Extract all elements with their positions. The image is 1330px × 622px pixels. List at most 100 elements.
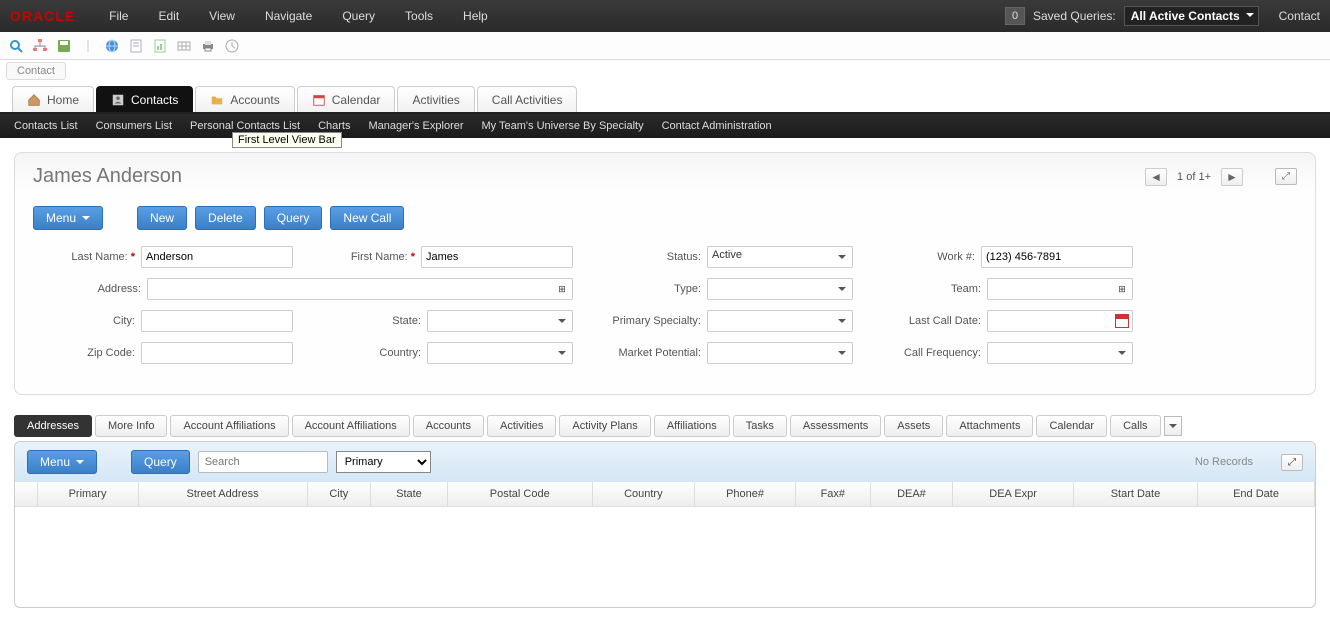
col-postal[interactable]: Postal Code (447, 482, 592, 506)
subnav-consumers-list[interactable]: Consumers List (96, 116, 172, 136)
child-panel: Menu Query Primary No Records ⤢ Primary … (14, 441, 1316, 608)
sec-tab-assessments[interactable]: Assessments (790, 415, 881, 437)
picklist-icon[interactable]: ⊞ (554, 281, 570, 297)
menu-edit[interactable]: Edit (144, 3, 193, 29)
picklist-icon[interactable]: ⊞ (1114, 281, 1130, 297)
sec-tab-more-info[interactable]: More Info (95, 415, 167, 437)
breadcrumb-item[interactable]: Contact (6, 62, 66, 80)
sec-tab-affiliations[interactable]: Affiliations (654, 415, 730, 437)
new-call-button[interactable]: New Call (330, 206, 404, 230)
col-phone[interactable]: Phone# (694, 482, 795, 506)
grid-icon[interactable] (174, 36, 194, 56)
child-query-button[interactable]: Query (131, 450, 190, 474)
first-name-field[interactable] (421, 246, 573, 268)
menu-query[interactable]: Query (328, 3, 389, 29)
sec-tab-activities[interactable]: Activities (487, 415, 556, 437)
col-city[interactable]: City (307, 482, 370, 506)
status-field[interactable]: Active (707, 246, 853, 268)
sec-tab-activity-plans[interactable]: Activity Plans (559, 415, 650, 437)
sec-tab-assets[interactable]: Assets (884, 415, 943, 437)
save-icon[interactable] (54, 36, 74, 56)
city-field[interactable] (141, 310, 293, 332)
label-market-potential: Market Potential: (593, 347, 701, 359)
last-name-field[interactable] (141, 246, 293, 268)
label-city: City: (33, 315, 135, 327)
team-field[interactable]: ⊞ (987, 278, 1133, 300)
col-primary[interactable]: Primary (37, 482, 138, 506)
sec-tab-addresses[interactable]: Addresses (14, 415, 92, 437)
menu-tools[interactable]: Tools (391, 3, 447, 29)
report-icon[interactable] (150, 36, 170, 56)
subnav-managers-explorer[interactable]: Manager's Explorer (368, 116, 463, 136)
menu-file[interactable]: File (95, 3, 142, 29)
child-menu-button[interactable]: Menu (27, 450, 97, 474)
sitemap-icon[interactable] (30, 36, 50, 56)
address-field[interactable]: ⊞ (147, 278, 573, 300)
subnav-contacts-list[interactable]: Contacts List (14, 116, 78, 136)
search-icon[interactable] (6, 36, 26, 56)
subnav-my-teams-universe[interactable]: My Team's Universe By Specialty (482, 116, 644, 136)
col-fax[interactable]: Fax# (796, 482, 870, 506)
expand-button[interactable]: ⤢ (1275, 168, 1297, 185)
type-field[interactable] (707, 278, 853, 300)
last-call-date-field[interactable] (987, 310, 1133, 332)
sec-tab-account-affiliations-2[interactable]: Account Affiliations (292, 415, 410, 437)
tab-contacts[interactable]: Contacts (96, 86, 193, 112)
page-icon[interactable] (126, 36, 146, 56)
label-team: Team: (873, 283, 981, 295)
menu-view[interactable]: View (195, 3, 249, 29)
sec-tab-attachments[interactable]: Attachments (946, 415, 1033, 437)
primary-specialty-field[interactable] (707, 310, 853, 332)
menu-navigate[interactable]: Navigate (251, 3, 326, 29)
sec-tab-calendar[interactable]: Calendar (1036, 415, 1107, 437)
col-start-date[interactable]: Start Date (1073, 482, 1197, 506)
col-street[interactable]: Street Address (138, 482, 307, 506)
sec-tab-calls[interactable]: Calls (1110, 415, 1160, 437)
tab-label: Contacts (131, 93, 178, 107)
saved-queries-count[interactable]: 0 (1005, 7, 1025, 25)
filter-select[interactable]: Primary (336, 451, 431, 473)
tab-accounts[interactable]: Accounts (195, 86, 294, 112)
work-field[interactable] (981, 246, 1133, 268)
label-state: State: (313, 315, 421, 327)
tab-call-activities[interactable]: Call Activities (477, 86, 578, 112)
col-end-date[interactable]: End Date (1198, 482, 1315, 506)
tab-activities[interactable]: Activities (397, 86, 474, 112)
call-frequency-field[interactable] (987, 342, 1133, 364)
next-record-button[interactable]: ► (1221, 168, 1243, 186)
country-field[interactable] (427, 342, 573, 364)
subnav-contact-admin[interactable]: Contact Administration (662, 116, 772, 136)
sec-tab-accounts[interactable]: Accounts (413, 415, 484, 437)
col-state[interactable]: State (371, 482, 448, 506)
new-button[interactable]: New (137, 206, 187, 230)
clock-icon[interactable] (222, 36, 242, 56)
state-field[interactable] (427, 310, 573, 332)
button-row: Menu New Delete Query New Call (33, 206, 1297, 230)
sec-tab-account-affiliations-1[interactable]: Account Affiliations (170, 415, 288, 437)
sec-tab-tasks[interactable]: Tasks (733, 415, 787, 437)
market-potential-field[interactable] (707, 342, 853, 364)
prev-record-button[interactable]: ◄ (1145, 168, 1167, 186)
zip-field[interactable] (141, 342, 293, 364)
tab-home[interactable]: Home (12, 86, 94, 112)
col-country[interactable]: Country (592, 482, 694, 506)
label-address: Address: (33, 283, 141, 295)
query-button[interactable]: Query (264, 206, 323, 230)
delete-button[interactable]: Delete (195, 206, 256, 230)
menu-button[interactable]: Menu (33, 206, 103, 230)
calendar-picker-icon[interactable] (1115, 314, 1129, 328)
child-toolbar: Menu Query Primary No Records ⤢ (15, 442, 1315, 482)
menu-help[interactable]: Help (449, 3, 502, 29)
child-expand-button[interactable]: ⤢ (1281, 454, 1303, 471)
search-input[interactable] (198, 451, 328, 473)
contact-link[interactable]: Contact (1279, 9, 1320, 23)
tab-calendar[interactable]: Calendar (297, 86, 396, 112)
more-tabs-button[interactable] (1164, 416, 1182, 436)
saved-queries-select[interactable]: All Active Contacts (1124, 6, 1259, 26)
contacts-icon (111, 93, 125, 107)
print-icon[interactable] (198, 36, 218, 56)
col-dea[interactable]: DEA# (870, 482, 953, 506)
label-first-name: First Name: * (313, 251, 415, 263)
col-dea-expr[interactable]: DEA Expr (953, 482, 1073, 506)
globe-icon[interactable] (102, 36, 122, 56)
